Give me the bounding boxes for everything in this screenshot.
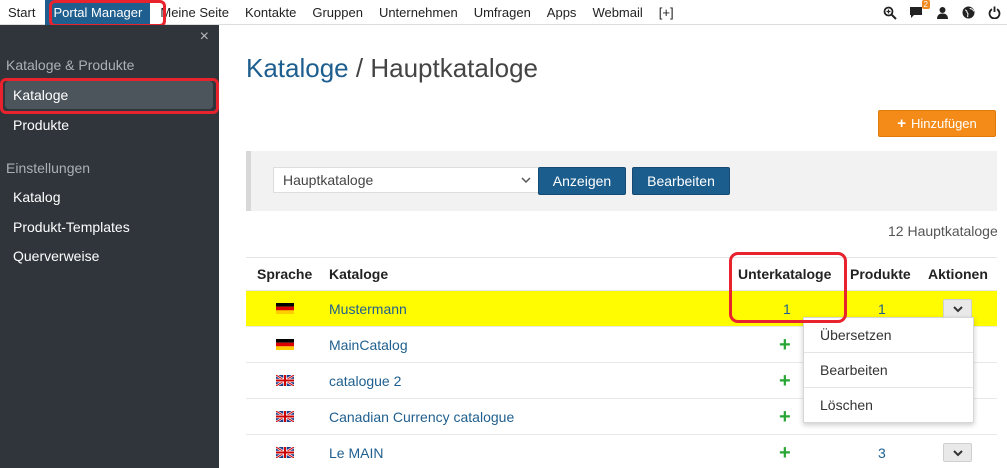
sidebar-item-produkt-templates[interactable]: Produkt-Templates xyxy=(13,219,130,235)
table-header: Sprache Kataloge Unterkataloge Produkte … xyxy=(246,257,997,291)
sidebar-item-querverweise[interactable]: Querverweise xyxy=(13,248,99,264)
col-sprache: Sprache xyxy=(257,266,313,282)
catalog-name-link[interactable]: Le MAIN xyxy=(329,435,383,468)
breadcrumb-separator: / xyxy=(348,53,371,83)
close-icon[interactable]: × xyxy=(200,28,209,46)
menu-item-loeschen[interactable]: Löschen xyxy=(804,388,973,423)
nav-start[interactable]: Start xyxy=(0,0,43,25)
nav-more[interactable]: [+] xyxy=(651,0,682,25)
col-kataloge: Kataloge xyxy=(329,266,389,282)
flag-uk-icon xyxy=(276,411,294,422)
col-unterkataloge: Unterkataloge xyxy=(738,266,832,282)
nav-gruppen[interactable]: Gruppen xyxy=(304,0,371,25)
chevron-down-icon xyxy=(521,168,531,200)
actions-dropdown-menu: Übersetzen Bearbeiten Löschen xyxy=(803,317,974,423)
catalog-name-link[interactable]: Mustermann xyxy=(329,291,407,327)
add-subcatalog-icon[interactable]: + xyxy=(779,327,791,363)
chevron-down-icon xyxy=(952,449,963,456)
nav-webmail[interactable]: Webmail xyxy=(584,0,650,25)
edit-button[interactable]: Bearbeiten xyxy=(632,167,730,195)
breadcrumb-kataloge[interactable]: Kataloge xyxy=(246,53,349,83)
main-content: Kataloge / Hauptkataloge + Hinzufügen Ha… xyxy=(219,25,1007,468)
globe-icon[interactable] xyxy=(961,6,975,20)
col-produkte: Produkte xyxy=(850,266,911,282)
sidebar-section-settings: Einstellungen xyxy=(6,160,91,176)
col-aktionen: Aktionen xyxy=(928,266,988,282)
catalog-name-link[interactable]: MainCatalog xyxy=(329,327,408,363)
nav-apps[interactable]: Apps xyxy=(539,0,585,25)
catalog-name-link[interactable]: Canadian Currency catalogue xyxy=(329,399,514,435)
power-icon[interactable] xyxy=(987,6,1001,20)
menu-item-bearbeiten[interactable]: Bearbeiten xyxy=(804,353,973,388)
add-subcatalog-icon[interactable]: + xyxy=(779,363,791,399)
catalog-select-value: Hauptkataloge xyxy=(283,172,374,188)
catalog-name-link[interactable]: catalogue 2 xyxy=(329,363,401,399)
notification-badge: 2 xyxy=(921,0,930,9)
add-subcatalog-icon[interactable]: + xyxy=(779,399,791,435)
zoom-icon[interactable] xyxy=(883,6,897,20)
plus-icon: + xyxy=(897,115,906,132)
flag-de-icon xyxy=(276,303,294,314)
actions-toggle-button[interactable] xyxy=(943,299,972,318)
catalog-count: 12 Hauptkataloge xyxy=(888,223,998,239)
nav-umfragen[interactable]: Umfragen xyxy=(466,0,539,25)
sidebar: × Kataloge & Produkte Kataloge Produkte … xyxy=(0,25,219,468)
top-right-icons: 2 xyxy=(883,0,1001,25)
add-button[interactable]: + Hinzufügen xyxy=(878,110,996,137)
top-navigation: Start Portal Manager Meine Seite Kontakt… xyxy=(0,0,1007,25)
nav-meine-seite[interactable]: Meine Seite xyxy=(152,0,237,25)
flag-uk-icon xyxy=(276,447,294,458)
filter-bar: Hauptkataloge Anzeigen Bearbeiten xyxy=(246,151,997,211)
flag-uk-icon xyxy=(276,375,294,386)
sidebar-item-produkte[interactable]: Produkte xyxy=(13,117,69,133)
table-row: Le MAIN + 3 xyxy=(246,435,997,468)
nav-unternehmen[interactable]: Unternehmen xyxy=(371,0,466,25)
page-title: Kataloge / Hauptkataloge xyxy=(246,53,538,84)
show-button[interactable]: Anzeigen xyxy=(538,167,626,195)
add-button-label: Hinzufügen xyxy=(910,116,977,131)
flag-de-icon xyxy=(276,339,294,350)
product-count-link[interactable]: 3 xyxy=(878,435,886,468)
sidebar-item-kataloge[interactable]: Kataloge xyxy=(13,87,68,103)
actions-toggle-button[interactable] xyxy=(943,443,972,462)
chat-icon[interactable]: 2 xyxy=(909,0,930,20)
nav-portal-manager[interactable]: Portal Manager xyxy=(45,0,151,25)
sidebar-item-katalog[interactable]: Katalog xyxy=(13,189,60,205)
add-subcatalog-icon[interactable]: + xyxy=(779,435,791,468)
chevron-down-icon xyxy=(952,305,963,312)
catalog-select[interactable]: Hauptkataloge xyxy=(273,167,539,193)
nav-kontakte[interactable]: Kontakte xyxy=(237,0,304,25)
menu-item-uebersetzen[interactable]: Übersetzen xyxy=(804,318,973,353)
subcatalog-count-link[interactable]: 1 xyxy=(783,291,791,327)
page-title-text: Hauptkataloge xyxy=(370,53,539,83)
sidebar-section-catalogs: Kataloge & Produkte xyxy=(6,57,135,73)
user-icon[interactable] xyxy=(935,6,949,20)
